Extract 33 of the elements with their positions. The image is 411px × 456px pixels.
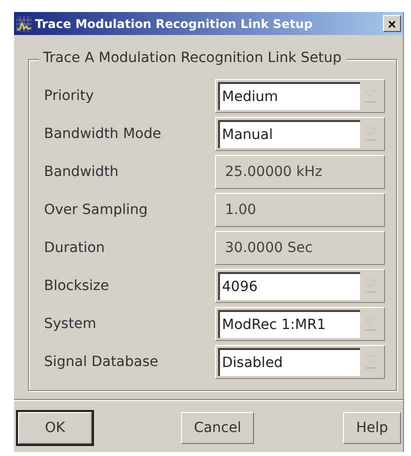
- dropdown[interactable]: Manual: [215, 117, 385, 151]
- window-title: Trace Modulation Recognition Link Setup: [35, 16, 314, 30]
- dropdown[interactable]: Disabled: [215, 345, 385, 379]
- dropdown-arrow-icon[interactable]: [365, 355, 377, 369]
- chart-icon: [16, 16, 32, 32]
- dropdown-value: Medium: [218, 82, 360, 110]
- field-label: Blocksize: [44, 278, 110, 294]
- dropdown-value: Disabled: [218, 348, 360, 376]
- dialog-button[interactable]: Cancel: [180, 412, 254, 444]
- dropdown[interactable]: ModRec 1:MR1: [215, 307, 385, 341]
- dropdown-value: Manual: [218, 120, 360, 148]
- dropdown[interactable]: Medium: [215, 79, 385, 113]
- readout-field: 1.00: [215, 193, 385, 227]
- field-label: Over Sampling: [44, 202, 148, 218]
- dropdown-value: 4096: [218, 272, 360, 300]
- field-label: Bandwidth Mode: [44, 126, 162, 142]
- dialog-button[interactable]: Help: [343, 412, 401, 444]
- dropdown-arrow-icon[interactable]: [365, 127, 377, 141]
- readout-field: 25.00000 kHz: [215, 155, 385, 189]
- field-label: System: [44, 316, 96, 332]
- dropdown[interactable]: 4096: [215, 269, 385, 303]
- dropdown-value: ModRec 1:MR1: [218, 310, 360, 338]
- dropdown-arrow-icon[interactable]: [365, 89, 377, 103]
- field-label: Bandwidth: [44, 164, 119, 180]
- field-label: Priority: [44, 88, 94, 104]
- readout-field: 30.0000 Sec: [215, 231, 385, 265]
- dropdown-arrow-icon[interactable]: [365, 317, 377, 331]
- close-button[interactable]: ×: [383, 15, 401, 32]
- dialog-button[interactable]: OK: [18, 412, 92, 444]
- dropdown-arrow-icon[interactable]: [365, 279, 377, 293]
- group-title: Trace A Modulation Recognition Link Setup: [39, 50, 346, 66]
- field-label: Signal Database: [44, 354, 158, 370]
- field-label: Duration: [44, 240, 105, 256]
